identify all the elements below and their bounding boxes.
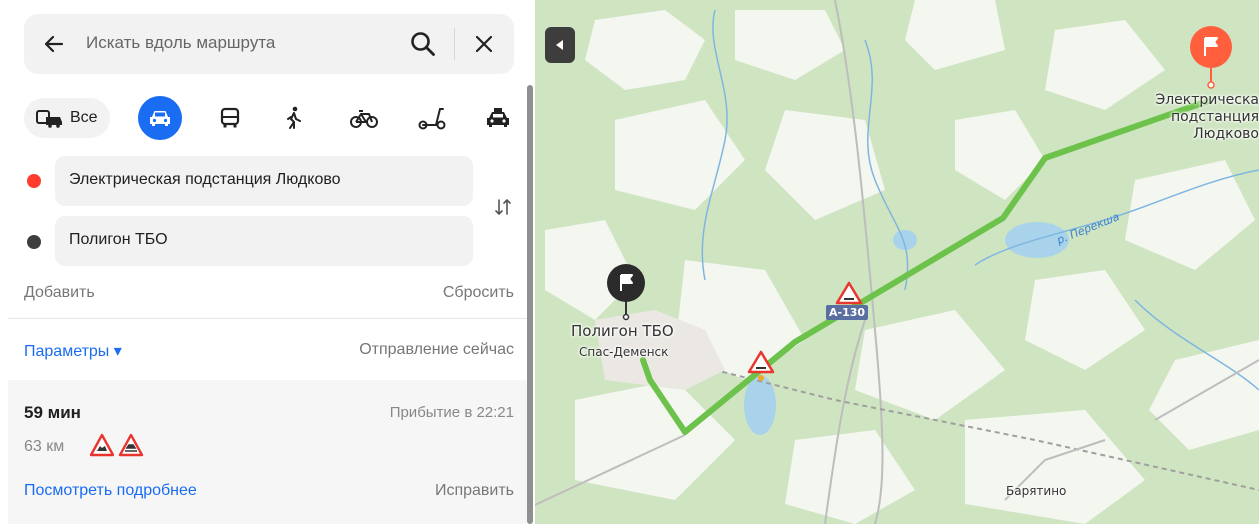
road-number-badge: A-130 — [826, 305, 869, 320]
route-to-field[interactable]: Полигон ТБО — [55, 216, 473, 266]
search-input[interactable]: Искать вдоль маршрута — [86, 33, 275, 53]
taxi-icon — [487, 108, 509, 127]
add-waypoint-link[interactable]: Добавить — [24, 284, 95, 302]
start-place-label: Электрическа подстанция Людково — [1155, 92, 1259, 142]
mode-bike-button[interactable] — [342, 94, 386, 142]
route-parameters-button[interactable]: Параметры ▾ — [24, 341, 122, 361]
report-error-link[interactable]: Исправить — [435, 482, 514, 500]
panel-scrollbar[interactable] — [527, 85, 533, 524]
route-option-card[interactable]: 59 мин Прибытие в 22:21 63 км Посмотреть… — [8, 380, 527, 524]
mode-all-button[interactable]: Все — [24, 98, 110, 138]
swap-icon[interactable] — [492, 196, 514, 218]
car-bus-icon — [36, 110, 62, 128]
bus-icon — [220, 107, 240, 128]
end-place-label: Полигон ТБО — [571, 322, 674, 340]
mode-all-label: Все — [70, 109, 98, 126]
route-panel: Искать вдоль маршрута Все Электрическая … — [0, 0, 535, 524]
mode-car-button[interactable] — [138, 96, 182, 140]
collapse-panel-button[interactable] — [545, 27, 575, 63]
route-search-bar[interactable]: Искать вдоль маршрута — [24, 14, 514, 74]
road-works-warning-icon — [89, 433, 115, 457]
route-from-field[interactable]: Электрическая подстанция Людково — [55, 156, 473, 206]
chevron-left-icon — [556, 40, 563, 50]
departure-time-button[interactable]: Отправление сейчас — [359, 341, 514, 359]
mode-bus-button[interactable] — [210, 94, 250, 142]
car-icon — [150, 111, 170, 126]
mode-taxi-button[interactable] — [476, 94, 520, 142]
map-canvas — [535, 0, 1259, 524]
divider — [8, 318, 527, 319]
route-arrival-time: Прибытие в 22:21 — [389, 404, 514, 421]
route-duration: 59 мин — [24, 403, 81, 422]
transport-modes: Все — [24, 94, 524, 142]
map-warning-icon — [835, 281, 863, 305]
bike-icon — [350, 110, 378, 128]
scooter-icon — [418, 108, 446, 130]
close-icon[interactable] — [472, 32, 496, 56]
route-details-link[interactable]: Посмотреть подробнее — [24, 482, 197, 500]
route-distance: 63 км — [24, 438, 65, 455]
map-view[interactable]: Электрическа подстанция Людково Полигон … — [535, 0, 1259, 524]
end-point-marker — [27, 235, 41, 249]
town-label: Спас-Деменск — [579, 345, 669, 359]
mode-walk-button[interactable] — [274, 94, 314, 142]
finish-flag-icon[interactable] — [607, 264, 645, 321]
walk-icon — [287, 106, 301, 129]
rough-road-warning-icon — [118, 433, 144, 457]
start-flag-icon[interactable] — [1190, 26, 1232, 89]
village-label: Барятино — [1006, 484, 1067, 498]
map-fields — [545, 0, 1259, 524]
search-divider — [454, 28, 455, 60]
back-arrow-icon[interactable] — [40, 30, 68, 58]
start-point-marker — [27, 174, 41, 188]
reset-route-link[interactable]: Сбросить — [443, 284, 514, 302]
search-icon[interactable] — [408, 29, 438, 59]
mode-scooter-button[interactable] — [410, 94, 454, 142]
